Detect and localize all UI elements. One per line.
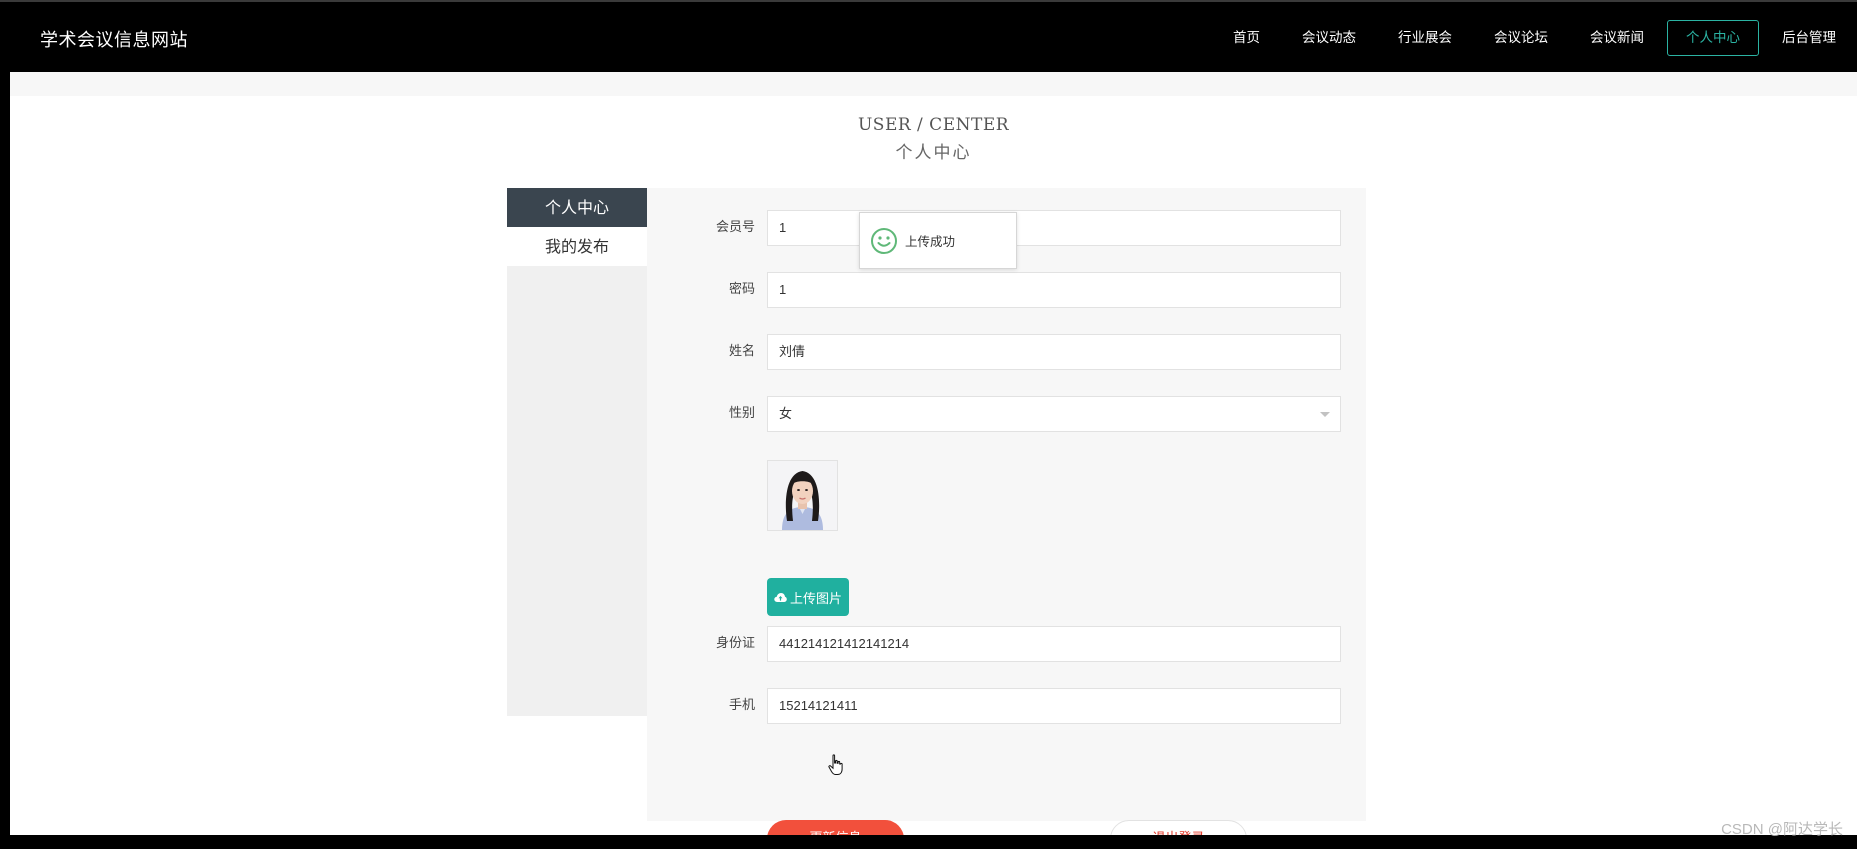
watermark: CSDN @阿达学长 — [1721, 821, 1843, 838]
bottom-bar — [0, 835, 1857, 849]
update-info-button[interactable]: 更新信息 — [767, 820, 904, 835]
password-input[interactable]: 1 — [767, 272, 1341, 308]
member-no-label: 会员号 — [715, 220, 755, 235]
sidebar-item-my-posts[interactable]: 我的发布 — [507, 227, 647, 266]
nav-item-home[interactable]: 首页 — [1214, 20, 1279, 56]
name-input[interactable]: 刘倩 — [767, 334, 1341, 370]
upload-button-label: 上传图片 — [789, 591, 842, 607]
chevron-down-icon — [1320, 412, 1330, 417]
top-navbar: 学术会议信息网站 首页 会议动态 行业展会 会议论坛 会议新闻 个人中心 后台管… — [0, 0, 1857, 72]
phone-label: 手机 — [728, 698, 755, 713]
form-row-name: 姓名 刘倩 — [647, 334, 1366, 370]
toast-message: 上传成功 — [905, 234, 956, 249]
nav-item-industry-expo[interactable]: 行业展会 — [1379, 20, 1471, 56]
avatar-portrait — [768, 461, 837, 530]
form-row-id-card: 身份证 441214121412141214 — [647, 626, 1366, 662]
form-row-password: 密码 1 — [647, 272, 1366, 308]
nav-item-meeting-news-feed[interactable]: 会议动态 — [1283, 20, 1375, 56]
profile-form: 会员号 1 密码 1 姓名 刘倩 性别 女 上传图片 身份证 441214121… — [647, 188, 1366, 835]
nav-item-admin[interactable]: 后台管理 — [1763, 20, 1855, 56]
id-card-input[interactable]: 441214121412141214 — [767, 626, 1341, 662]
form-row-phone: 手机 15214121411 — [647, 688, 1366, 724]
content-top-strip — [10, 72, 1857, 96]
sidebar-item-user-center[interactable]: 个人中心 — [507, 188, 647, 227]
form-row-gender: 性别 女 — [647, 396, 1366, 432]
gender-label: 性别 — [728, 406, 755, 421]
avatar-image — [767, 460, 838, 531]
nav-item-news[interactable]: 会议新闻 — [1571, 20, 1663, 56]
nav-item-forum[interactable]: 会议论坛 — [1475, 20, 1567, 56]
password-label: 密码 — [728, 282, 755, 297]
gender-select-value: 女 — [779, 406, 793, 421]
smile-icon — [871, 227, 897, 254]
name-label: 姓名 — [728, 344, 755, 359]
logout-button[interactable]: 退出登录 — [1110, 820, 1247, 835]
phone-input[interactable]: 15214121411 — [767, 688, 1341, 724]
sidebar: 个人中心 我的发布 — [507, 188, 647, 716]
gender-select[interactable]: 女 — [767, 396, 1341, 432]
page-title-cn: 个人中心 — [895, 143, 972, 163]
upload-success-toast: 上传成功 — [859, 212, 1017, 269]
cloud-upload-icon — [774, 592, 787, 602]
page-title-en: USER / CENTER — [857, 115, 1010, 135]
site-brand[interactable]: 学术会议信息网站 — [40, 26, 188, 52]
upload-image-button[interactable]: 上传图片 — [767, 578, 849, 616]
nav-item-user-center[interactable]: 个人中心 — [1667, 20, 1759, 56]
id-card-label: 身份证 — [715, 636, 755, 651]
main-nav: 首页 会议动态 行业展会 会议论坛 会议新闻 个人中心 后台管理 — [1212, 20, 1857, 56]
member-no-input[interactable]: 1 — [767, 210, 1341, 246]
hand-cursor-icon — [828, 754, 843, 775]
main-content: USER / CENTER 个人中心 个人中心 我的发布 会员号 1 密码 1 … — [10, 72, 1857, 835]
